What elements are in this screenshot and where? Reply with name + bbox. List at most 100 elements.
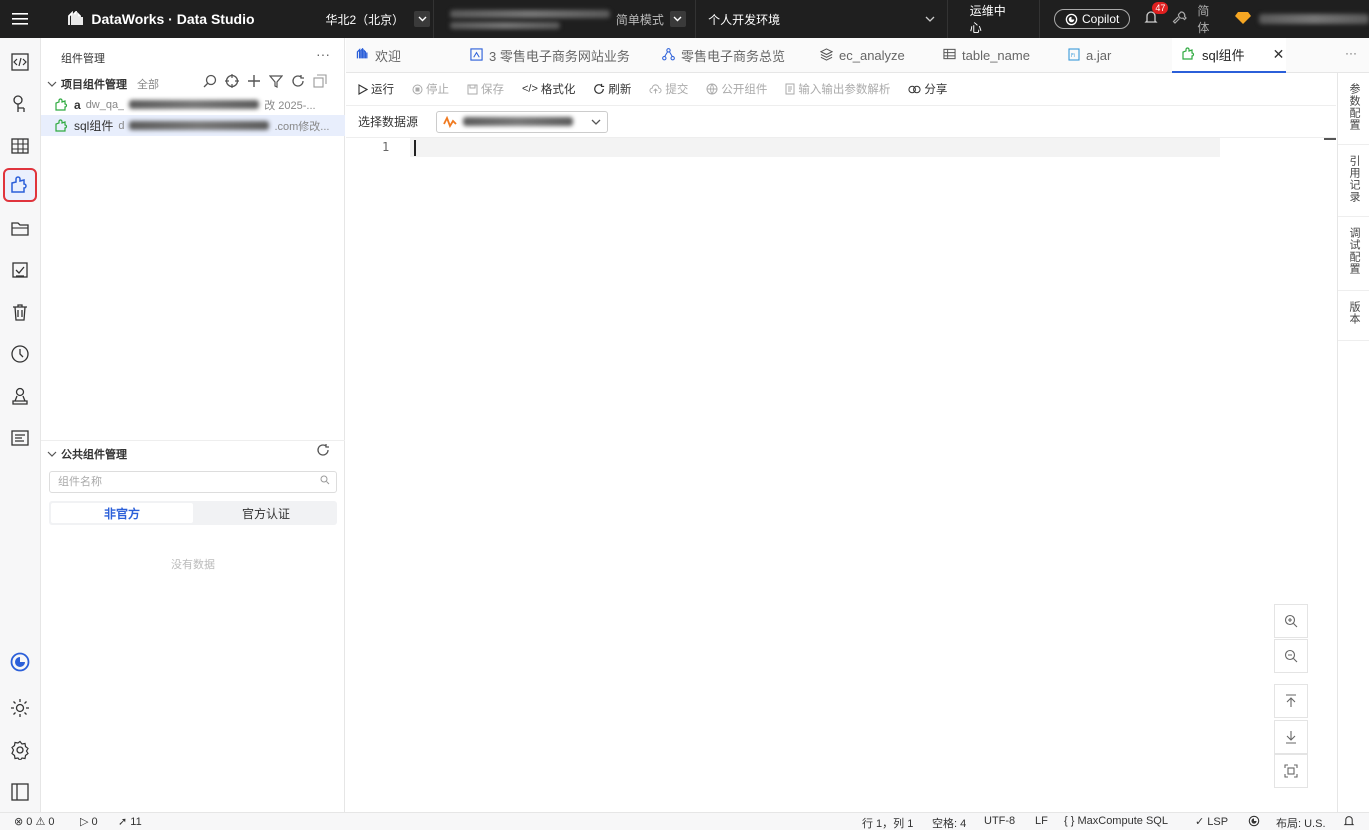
version-tab[interactable]: 版本: [1338, 291, 1369, 341]
user-icon[interactable]: [8, 384, 32, 408]
workspace-selector[interactable]: 简单模式: [434, 0, 697, 38]
component-icon[interactable]: [3, 168, 37, 202]
search-icon: [320, 472, 330, 492]
close-icon[interactable]: ✕: [1273, 46, 1285, 63]
history-clock-icon[interactable]: [8, 342, 32, 366]
datasource-select[interactable]: [436, 110, 609, 133]
user-account-redacted[interactable]: [1259, 14, 1369, 24]
tab-unofficial[interactable]: 非官方: [51, 503, 193, 523]
search-icon[interactable]: [203, 74, 217, 88]
hamburger-menu-icon[interactable]: [0, 0, 39, 38]
component-search-input[interactable]: 组件名称: [49, 471, 337, 493]
settings-gear-icon[interactable]: [8, 738, 32, 762]
scroll-top-button[interactable]: [1274, 684, 1308, 718]
tab-welcome[interactable]: 欢迎: [356, 38, 456, 73]
lineage-icon[interactable]: [8, 92, 32, 116]
table-icon[interactable]: [8, 134, 32, 158]
eol-setting[interactable]: LF: [1035, 815, 1048, 827]
chevron-down-icon: [669, 11, 686, 27]
list-item-selected[interactable]: sql组件 d .com修改...: [41, 115, 345, 136]
notification-bell[interactable]: 47: [1144, 2, 1169, 28]
keyboard-layout[interactable]: 布局: U.S.: [1276, 815, 1326, 830]
redacted-text: [129, 121, 270, 130]
refresh-button[interactable]: 刷新: [593, 81, 631, 97]
add-icon[interactable]: [247, 74, 261, 88]
copilot-status-icon[interactable]: [1248, 815, 1260, 830]
region-selector[interactable]: 华北2（北京）: [326, 0, 434, 38]
tab-workflow[interactable]: 3 零售电子商务网站业务: [470, 38, 640, 73]
play-icon: ▷: [80, 816, 89, 828]
debug-config-tab[interactable]: 调试配置: [1338, 217, 1369, 291]
locate-icon[interactable]: [225, 74, 239, 88]
stop-button[interactable]: 停止: [412, 81, 449, 97]
sql-editor[interactable]: 1: [346, 138, 1336, 812]
indentation-setting[interactable]: 空格: 4: [932, 815, 966, 830]
check-icon: ✓: [1195, 816, 1205, 828]
tab-sql-component[interactable]: sql组件 ✕: [1172, 38, 1286, 73]
right-side-bar: 参数配置 引用记录 调试配置 版本: [1337, 73, 1369, 812]
zoom-in-button[interactable]: [1274, 604, 1308, 638]
zoom-out-button[interactable]: [1274, 639, 1308, 673]
toggle-panel-icon[interactable]: [8, 780, 32, 804]
component-owner: d: [118, 119, 125, 132]
collapse-all-icon[interactable]: [313, 74, 327, 88]
component-name: sql组件: [74, 119, 114, 133]
refresh-icon[interactable]: [291, 74, 305, 88]
send-indicator[interactable]: ➚ 11: [118, 815, 142, 828]
save-button[interactable]: 保存: [467, 81, 504, 97]
list-item[interactable]: a dw_qa_ 改 2025-...: [41, 94, 345, 115]
more-tabs-icon[interactable]: ···: [1345, 46, 1357, 60]
filter-all-label[interactable]: 全部: [137, 76, 159, 92]
arrow-to-top-icon: [1286, 694, 1296, 707]
app-logo[interactable]: DataWorks · Data Studio: [39, 11, 325, 27]
datasource-row: 选择数据源: [346, 106, 1336, 138]
share-button[interactable]: 分享: [908, 81, 947, 97]
copilot-button[interactable]: Copilot: [1053, 9, 1131, 29]
tab-label: a.jar: [1086, 48, 1112, 63]
run-button[interactable]: 运行: [358, 81, 394, 97]
parse-params-button[interactable]: 输入输出参数解析: [785, 81, 890, 97]
copilot-icon[interactable]: [8, 650, 32, 674]
bell-icon[interactable]: [1343, 815, 1355, 830]
theme-sun-icon[interactable]: [8, 696, 32, 720]
filter-icon[interactable]: [269, 74, 283, 88]
ops-center-link[interactable]: 运维中心: [948, 0, 1040, 38]
cursor-position[interactable]: 行 1，列 1: [862, 815, 913, 830]
vip-diamond-icon[interactable]: [1235, 11, 1251, 28]
tab-a-jar[interactable]: Fi a.jar: [1068, 38, 1128, 73]
publish-component-button[interactable]: 公开组件: [706, 81, 767, 97]
submit-button[interactable]: 提交: [649, 81, 688, 97]
fit-view-button[interactable]: [1274, 754, 1308, 788]
scroll-bottom-button[interactable]: [1274, 720, 1308, 754]
code-brackets-icon: </>: [522, 83, 538, 95]
reference-records-tab[interactable]: 引用记录: [1338, 145, 1369, 217]
language-switcher[interactable]: 简体: [1197, 2, 1221, 36]
log-panel-icon[interactable]: [8, 426, 32, 450]
public-components-header[interactable]: 公共组件管理: [47, 446, 127, 462]
lsp-status[interactable]: ✓ LSP: [1195, 815, 1228, 828]
environment-selector[interactable]: 个人开发环境: [696, 0, 948, 38]
problems-indicator[interactable]: ⊗ 0 ⚠ 0: [14, 815, 55, 828]
refresh-icon[interactable]: [316, 443, 330, 460]
trash-icon[interactable]: [8, 300, 32, 324]
format-button[interactable]: </> 格式化: [522, 81, 575, 97]
encoding-setting[interactable]: UTF-8: [984, 815, 1015, 827]
param-config-tab[interactable]: 参数配置: [1338, 73, 1369, 145]
workspace-name-redacted: [449, 9, 610, 29]
wrench-icon[interactable]: [1172, 10, 1188, 28]
more-options-icon[interactable]: ···: [316, 46, 330, 62]
copilot-label: Copilot: [1081, 12, 1120, 26]
project-components-header[interactable]: 项目组件管理 全部: [47, 76, 159, 92]
language-mode[interactable]: { } MaxCompute SQL: [1064, 815, 1168, 827]
panel-toolbar: [203, 74, 327, 88]
run-indicator[interactable]: ▷ 0: [80, 815, 98, 828]
tab-ec-analyze[interactable]: ec_analyze: [819, 38, 920, 73]
share-label: 分享: [924, 84, 948, 96]
tab-overview[interactable]: 零售电子商务总览: [662, 38, 802, 73]
tab-table-name[interactable]: table_name: [943, 38, 1043, 73]
folder-icon[interactable]: [8, 216, 32, 240]
code-icon[interactable]: [8, 50, 32, 74]
task-check-icon[interactable]: [8, 258, 32, 282]
tab-official[interactable]: 官方认证: [195, 501, 337, 525]
save-label: 保存: [481, 84, 504, 96]
